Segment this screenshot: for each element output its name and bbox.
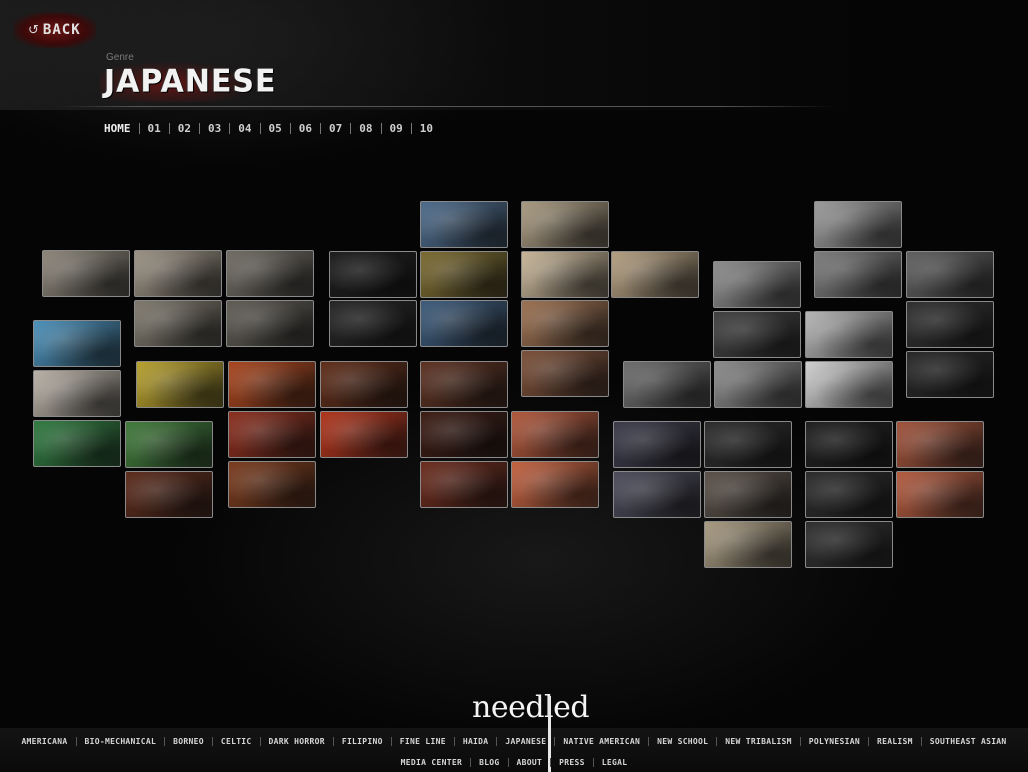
tattooing-session-thumbnail[interactable] [704, 421, 792, 468]
gloved-hands-tattoo-thumbnail[interactable] [805, 521, 893, 568]
warrior-painting-thumbnail[interactable] [228, 461, 316, 508]
sleeve-tattoo-thumbnail[interactable] [511, 411, 599, 458]
tattooing-session-thumbnail[interactable] [613, 421, 701, 468]
back-button[interactable]: ↺ BACK [14, 12, 96, 48]
warrior-painting-thumbnail[interactable] [125, 471, 213, 518]
genre-link-filipino[interactable]: FILIPINO [334, 737, 391, 746]
page-link-03[interactable]: 03 [200, 122, 229, 135]
genre-link-new-school[interactable]: NEW SCHOOL [649, 737, 716, 746]
back-tattoo-sepia-thumbnail[interactable] [521, 350, 609, 397]
meta-link-press[interactable]: PRESS [551, 758, 593, 767]
gloved-hands-tattoo-thumbnail[interactable] [896, 471, 984, 518]
page-link-04[interactable]: 04 [230, 122, 259, 135]
warrior-painting-thumbnail[interactable] [320, 361, 408, 408]
gallery-page-nav: HOME 01 02 03 04 05 06 07 08 09 10 [104, 121, 441, 135]
genre-link-polynesian[interactable]: POLYNESIAN [801, 737, 868, 746]
logo-text-left: need [472, 690, 545, 725]
return-arrow-icon: ↺ [28, 22, 39, 38]
genre-nav: AMERICANA BIO-MECHANICAL BORNEO CELTIC DARK … [0, 734, 1028, 748]
warrior-painting-thumbnail[interactable] [136, 361, 224, 408]
page-link-02[interactable]: 02 [170, 122, 199, 135]
back-tattoo-sepia-thumbnail[interactable] [521, 201, 609, 248]
tattoo-artist-bw-thumbnail[interactable] [714, 361, 802, 408]
koi-fish-thumbnail[interactable] [420, 251, 508, 298]
meta-nav: MEDIA CENTER BLOG ABOUT PRESS LEGAL [0, 755, 1028, 769]
back-tattoo-sepia-thumbnail[interactable] [521, 300, 609, 347]
back-tattoo-sepia-thumbnail[interactable] [611, 251, 699, 298]
tattoo-artist-bw-thumbnail[interactable] [713, 261, 801, 308]
genre-link-borneo[interactable]: BORNEO [165, 737, 212, 746]
kabuki-mask-thumbnail[interactable] [33, 420, 121, 467]
genre-link-native-american[interactable]: NATIVE AMERICAN [555, 737, 648, 746]
kanji-calligraphy-thumbnail[interactable] [329, 251, 417, 298]
genre-link-japanese[interactable]: JAPANESE [497, 737, 554, 746]
genre-link-realism[interactable]: REALISM [869, 737, 921, 746]
tattoo-artist-bw-thumbnail[interactable] [713, 311, 801, 358]
tattoo-artist-bw-thumbnail[interactable] [805, 361, 893, 408]
tattoo-artist-bw-thumbnail[interactable] [623, 361, 711, 408]
page-link-06[interactable]: 06 [291, 122, 320, 135]
sleeve-tattoo-thumbnail[interactable] [420, 411, 508, 458]
meta-link-legal[interactable]: LEGAL [594, 758, 636, 767]
gloved-hands-tattoo-thumbnail[interactable] [896, 421, 984, 468]
genre-link-haida[interactable]: HAIDA [455, 737, 497, 746]
meta-link-about[interactable]: ABOUT [509, 758, 551, 767]
tattoo-artist-bw-thumbnail[interactable] [906, 251, 994, 298]
warrior-painting-thumbnail[interactable] [228, 361, 316, 408]
genre-link-celtic[interactable]: CELTIC [213, 737, 260, 746]
skull-thumbnail[interactable] [134, 300, 222, 347]
page-link-07[interactable]: 07 [321, 122, 350, 135]
gloved-hands-tattoo-thumbnail[interactable] [805, 471, 893, 518]
sleeve-tattoo-thumbnail[interactable] [511, 461, 599, 508]
page-link-01[interactable]: 01 [140, 122, 169, 135]
genre-link-dark-horror[interactable]: DARK HORROR [261, 737, 333, 746]
page-link-09[interactable]: 09 [382, 122, 411, 135]
page-link-10[interactable]: 10 [412, 122, 441, 135]
sleeve-tattoo-thumbnail[interactable] [420, 461, 508, 508]
genre-link-americana[interactable]: AMERICANA [13, 737, 75, 746]
page-canvas: ↺ BACK Genre JAPANESE HOME 01 02 03 04 05 06 07… [0, 0, 1028, 772]
genre-link-southeast-asian[interactable]: SOUTHEAST ASIAN [922, 737, 1015, 746]
koi-fish-thumbnail[interactable] [420, 300, 508, 347]
skull-thumbnail[interactable] [134, 250, 222, 297]
skull-thumbnail[interactable] [226, 250, 314, 297]
kanji-calligraphy-thumbnail[interactable] [329, 300, 417, 347]
header-divider [60, 106, 836, 107]
tattoo-artist-bw-thumbnail[interactable] [906, 351, 994, 398]
tattoo-artist-bw-thumbnail[interactable] [814, 201, 902, 248]
needled-logo[interactable]: needled [472, 690, 590, 726]
koi-fish-thumbnail[interactable] [420, 201, 508, 248]
genre-link-new-tribalism[interactable]: NEW TRIBALISM [717, 737, 800, 746]
page-link-05[interactable]: 05 [261, 122, 290, 135]
page-link-08[interactable]: 08 [351, 122, 380, 135]
tattoo-artist-bw-thumbnail[interactable] [814, 251, 902, 298]
tattoo-artist-bw-thumbnail[interactable] [906, 301, 994, 348]
genre-link-fine-line[interactable]: FINE LINE [392, 737, 454, 746]
kabuki-mask-thumbnail[interactable] [33, 370, 121, 417]
genre-title: JAPANESE [104, 63, 277, 100]
tattooing-session-thumbnail[interactable] [613, 471, 701, 518]
warrior-painting-thumbnail[interactable] [228, 411, 316, 458]
warrior-painting-thumbnail[interactable] [125, 421, 213, 468]
tattooing-session-thumbnail[interactable] [704, 471, 792, 518]
gloved-hands-tattoo-thumbnail[interactable] [805, 421, 893, 468]
sleeve-tattoo-thumbnail[interactable] [420, 361, 508, 408]
skull-thumbnail[interactable] [226, 300, 314, 347]
kabuki-mask-thumbnail[interactable] [33, 320, 121, 367]
skull-thumbnail[interactable] [42, 250, 130, 297]
page-link-home[interactable]: HOME [104, 122, 139, 135]
meta-link-blog[interactable]: BLOG [471, 758, 507, 767]
tattooing-session-thumbnail[interactable] [704, 521, 792, 568]
warrior-painting-thumbnail[interactable] [320, 411, 408, 458]
tattoo-artist-bw-thumbnail[interactable] [805, 311, 893, 358]
back-label: BACK [42, 22, 81, 38]
meta-link-media-center[interactable]: MEDIA CENTER [393, 758, 470, 767]
genre-link-bio-mechanical[interactable]: BIO-MECHANICAL [77, 737, 165, 746]
back-tattoo-sepia-thumbnail[interactable] [521, 251, 609, 298]
